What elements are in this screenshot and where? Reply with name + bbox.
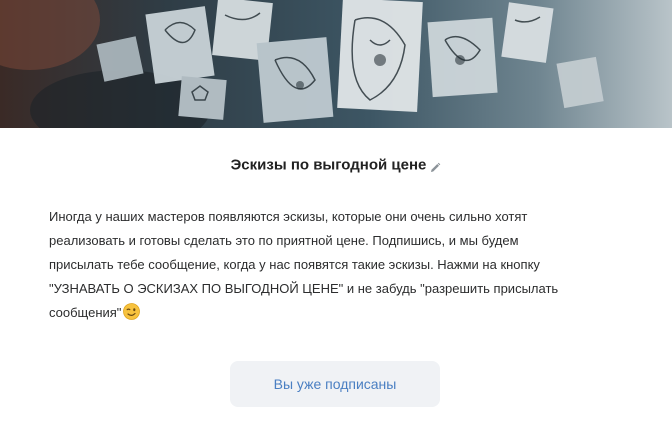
subscription-widget: Эскизы по выгодной цене Иногда у наших м… (0, 0, 672, 424)
pencil-icon[interactable] (429, 161, 441, 173)
page-title: Эскизы по выгодной цене (230, 156, 427, 174)
description-text: Иногда у наших мастеров появляются эскиз… (49, 205, 609, 325)
cover-image (0, 0, 672, 128)
title-row: Эскизы по выгодной цене (0, 156, 672, 174)
winking-face-emoji-icon (123, 303, 141, 320)
subscribed-button[interactable]: Вы уже подписаны (230, 361, 440, 407)
